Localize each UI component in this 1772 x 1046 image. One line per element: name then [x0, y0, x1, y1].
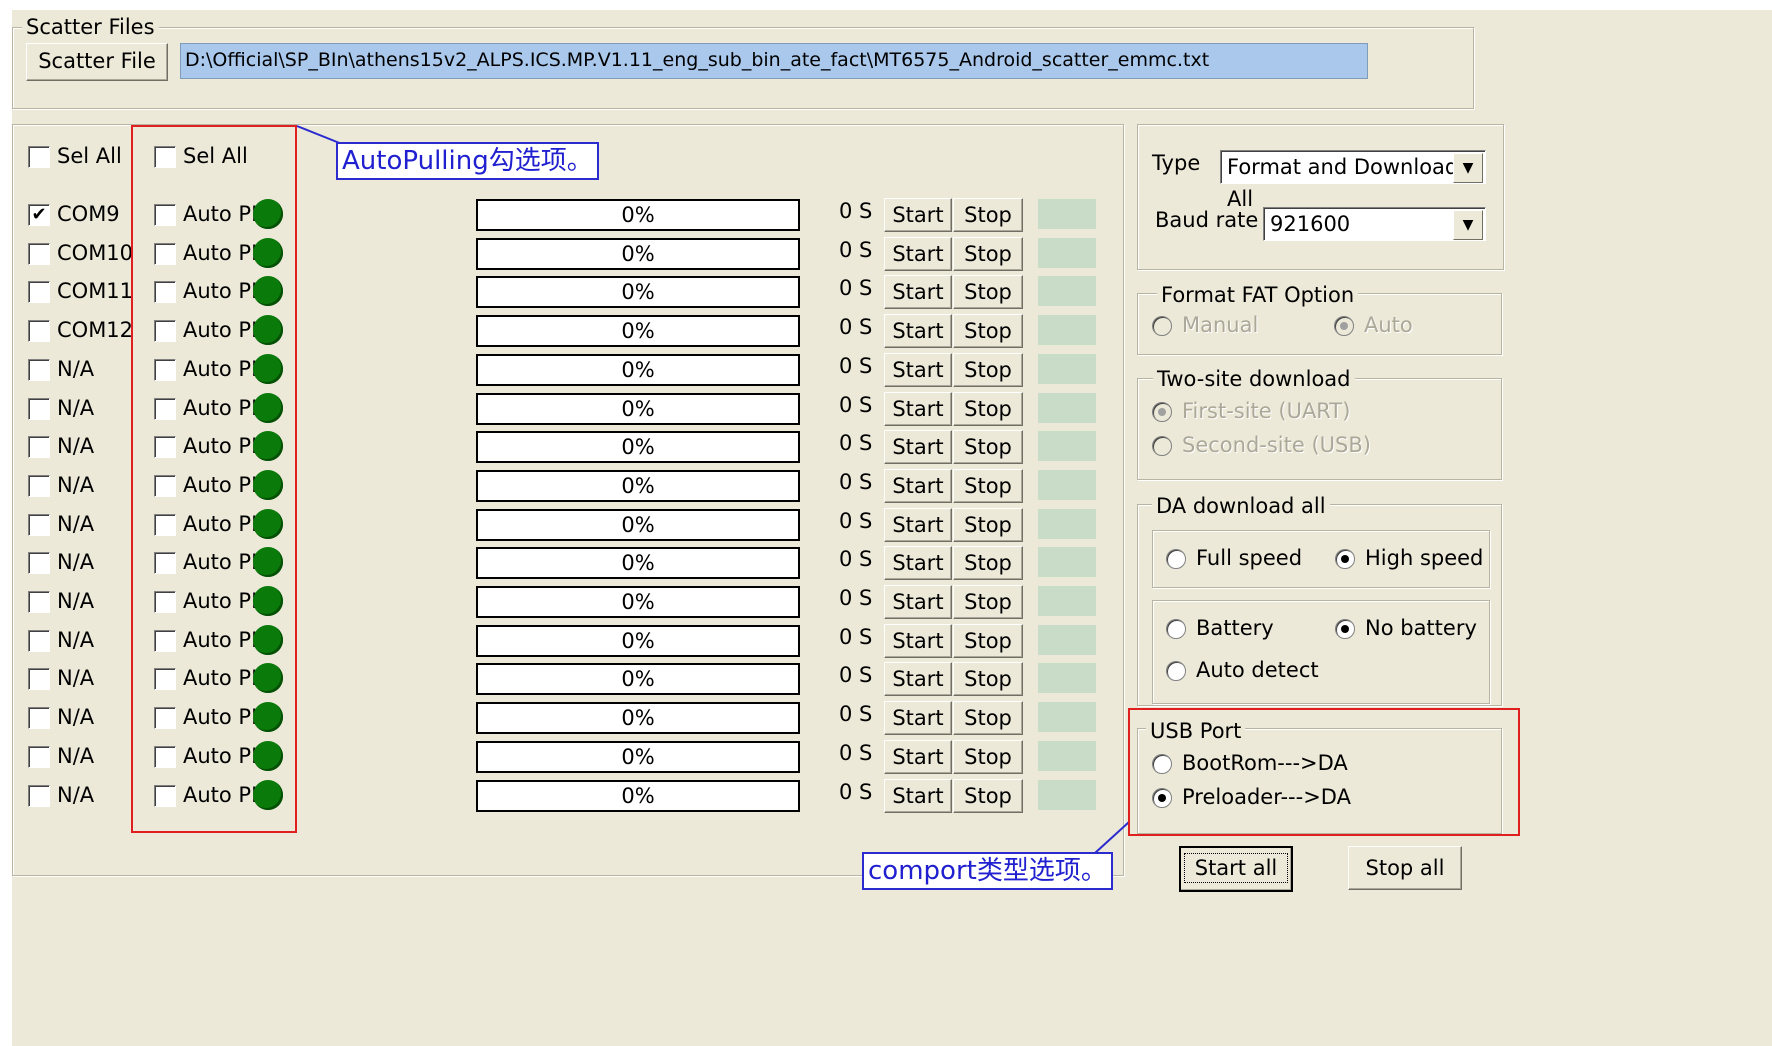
comport-callout: comport类型选项。	[862, 852, 1113, 890]
flash-tool-window: Scatter Files Scatter File D:\Official\S…	[12, 10, 1772, 1046]
usb-port-highlight-box	[1128, 708, 1520, 836]
autopulling-callout: AutoPulling勾选项。	[336, 142, 599, 180]
annotation-leader-lines	[296, 125, 1130, 854]
comport-leader-line	[1094, 821, 1130, 854]
